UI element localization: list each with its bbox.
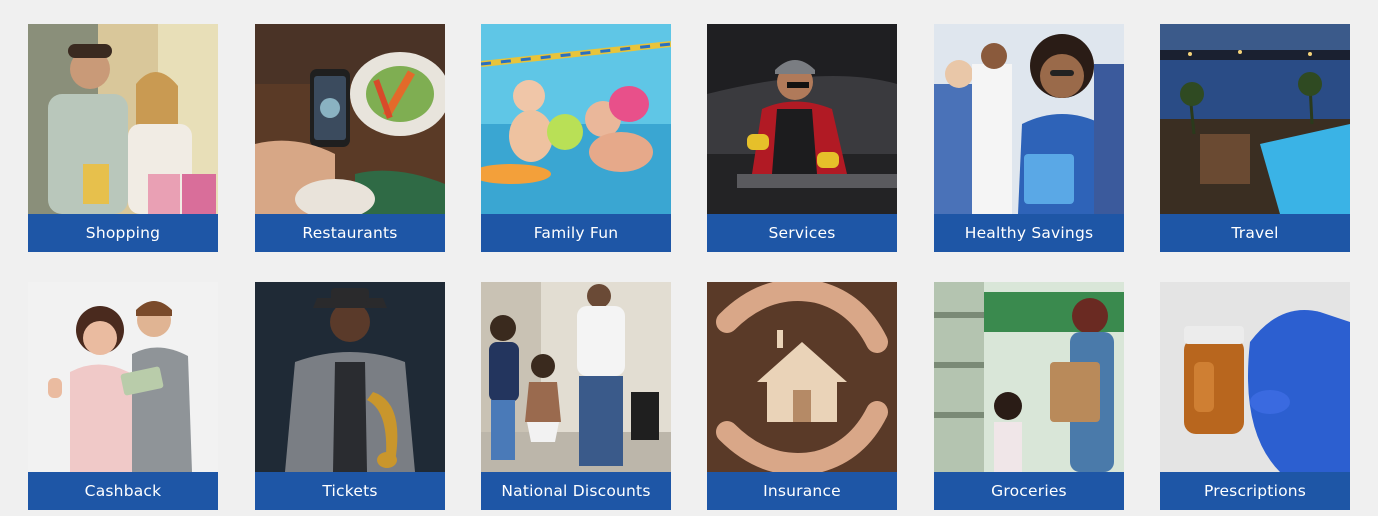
tile-restaurants[interactable]: Restaurants bbox=[255, 24, 445, 252]
travel-photo bbox=[1160, 24, 1350, 214]
insurance-photo bbox=[707, 282, 897, 472]
tile-groceries[interactable]: Groceries bbox=[934, 282, 1124, 510]
national-discounts-photo bbox=[481, 282, 671, 472]
tile-healthy-savings[interactable]: Healthy Savings bbox=[934, 24, 1124, 252]
tile-label: Restaurants bbox=[255, 214, 445, 252]
tile-tickets[interactable]: Tickets bbox=[255, 282, 445, 510]
tile-prescriptions[interactable]: Prescriptions bbox=[1160, 282, 1350, 510]
tile-label: Travel bbox=[1160, 214, 1350, 252]
tickets-photo bbox=[255, 282, 445, 472]
tile-label: Healthy Savings bbox=[934, 214, 1124, 252]
tile-label: Insurance bbox=[707, 472, 897, 510]
tile-label: National Discounts bbox=[481, 472, 671, 510]
tile-insurance[interactable]: Insurance bbox=[707, 282, 897, 510]
healthy-savings-photo bbox=[934, 24, 1124, 214]
services-photo bbox=[707, 24, 897, 214]
tile-shopping[interactable]: Shopping bbox=[28, 24, 218, 252]
prescriptions-photo bbox=[1160, 282, 1350, 472]
tile-label: Shopping bbox=[28, 214, 218, 252]
category-grid: Shopping Restaurants Family Fun Services… bbox=[0, 0, 1378, 516]
tile-cashback[interactable]: Cashback bbox=[28, 282, 218, 510]
groceries-photo bbox=[934, 282, 1124, 472]
tile-label: Groceries bbox=[934, 472, 1124, 510]
tile-label: Tickets bbox=[255, 472, 445, 510]
tile-label: Cashback bbox=[28, 472, 218, 510]
restaurants-photo bbox=[255, 24, 445, 214]
tile-national-discounts[interactable]: National Discounts bbox=[481, 282, 671, 510]
tile-services[interactable]: Services bbox=[707, 24, 897, 252]
tile-label: Prescriptions bbox=[1160, 472, 1350, 510]
family-fun-photo bbox=[481, 24, 671, 214]
shopping-photo bbox=[28, 24, 218, 214]
tile-label: Family Fun bbox=[481, 214, 671, 252]
tile-family-fun[interactable]: Family Fun bbox=[481, 24, 671, 252]
tile-label: Services bbox=[707, 214, 897, 252]
tile-travel[interactable]: Travel bbox=[1160, 24, 1350, 252]
cashback-photo bbox=[28, 282, 218, 472]
